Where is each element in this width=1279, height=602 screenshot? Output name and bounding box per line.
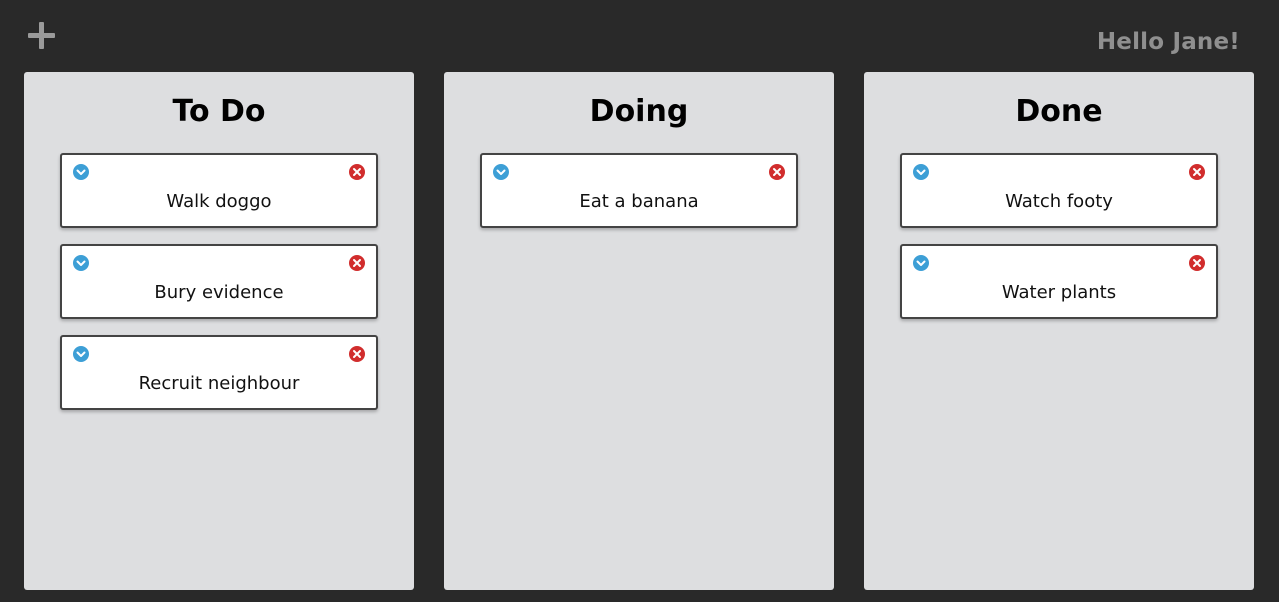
chevron-down-icon[interactable] (493, 164, 509, 180)
column-title: To Do (172, 94, 266, 129)
chevron-down-icon[interactable] (73, 255, 89, 271)
card-title: Water plants (1001, 282, 1117, 303)
task-card[interactable]: Eat a banana (480, 153, 798, 228)
card-title: Recruit neighbour (138, 373, 300, 394)
close-icon[interactable] (1189, 255, 1205, 271)
column-title: Doing (589, 94, 689, 129)
card-title: Eat a banana (579, 191, 699, 212)
task-card[interactable]: Recruit neighbour (60, 335, 378, 410)
task-card[interactable]: Watch footy (900, 153, 1218, 228)
close-icon[interactable] (349, 255, 365, 271)
card-title: Walk doggo (166, 191, 272, 212)
chevron-down-icon[interactable] (913, 255, 929, 271)
card-title: Bury evidence (154, 282, 284, 303)
greeting-text: Hello Jane! (1096, 29, 1240, 55)
column-title: Done (1015, 94, 1103, 129)
task-card[interactable]: Bury evidence (60, 244, 378, 319)
close-icon[interactable] (769, 164, 785, 180)
chevron-down-icon[interactable] (73, 164, 89, 180)
add-card-button[interactable] (28, 22, 56, 50)
column-done: Done Watch footy Water plants (864, 72, 1254, 590)
column-doing: Doing Eat a banana (444, 72, 834, 590)
close-icon[interactable] (1189, 164, 1205, 180)
close-icon[interactable] (349, 164, 365, 180)
chevron-down-icon[interactable] (913, 164, 929, 180)
task-card[interactable]: Walk doggo (60, 153, 378, 228)
close-icon[interactable] (349, 346, 365, 362)
column-todo: To Do Walk doggo Bury evidence Recruit n… (24, 72, 414, 590)
top-bar: Hello Jane! (0, 0, 1279, 72)
kanban-board: To Do Walk doggo Bury evidence Recruit n… (24, 72, 1255, 590)
chevron-down-icon[interactable] (73, 346, 89, 362)
task-card[interactable]: Water plants (900, 244, 1218, 319)
card-title: Watch footy (1005, 191, 1113, 212)
